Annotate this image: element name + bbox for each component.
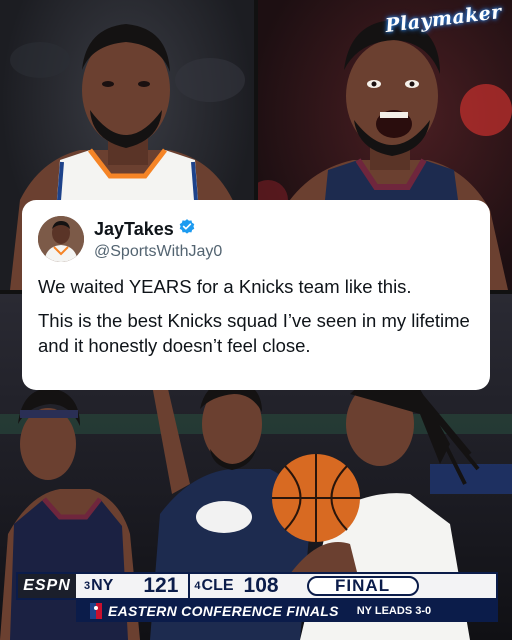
author-info: JayTakes @SportsWithJay0 <box>94 218 222 261</box>
home-team-abbr: NY <box>91 577 114 594</box>
away-score: 108 <box>243 574 279 597</box>
away-seed: 4 <box>194 580 201 592</box>
score-bug: ESPN 3 NY 121 4 CLE 108 FINAL EASTERN CO… <box>16 572 498 622</box>
score-divider <box>188 574 191 598</box>
nba-logo-icon <box>90 603 102 619</box>
away-team-abbr: CLE <box>201 577 234 594</box>
verified-badge-icon <box>178 218 196 241</box>
series-status: NY LEADS 3-0 <box>356 605 432 617</box>
home-score: 121 <box>143 574 179 597</box>
tweet-header: JayTakes @SportsWithJay0 <box>38 214 474 264</box>
game-status-badge: FINAL <box>306 576 419 596</box>
score-bug-main-row: ESPN 3 NY 121 4 CLE 108 FINAL <box>16 572 498 600</box>
author-avatar[interactable] <box>38 216 84 262</box>
playoff-round: EASTERN CONFERENCE FINALS <box>108 603 339 619</box>
home-seed: 3 <box>84 580 91 592</box>
avatar-image <box>38 216 84 262</box>
tweet-card[interactable]: JayTakes @SportsWithJay0 We waited YEARS… <box>22 200 490 390</box>
tweet-paragraph: This is the best Knicks squad I’ve seen … <box>38 310 470 356</box>
tweet-paragraph: We waited YEARS for a Knicks team like t… <box>38 276 412 297</box>
espn-logo: ESPN <box>18 574 76 598</box>
tweet-body: We waited YEARS for a Knicks team like t… <box>38 274 474 358</box>
author-display-name[interactable]: JayTakes <box>94 219 174 240</box>
author-name-row: JayTakes <box>94 218 222 241</box>
author-handle[interactable]: @SportsWithJay0 <box>94 243 222 261</box>
score-bug-sub-row: EASTERN CONFERENCE FINALS NY LEADS 3-0 <box>76 600 498 622</box>
